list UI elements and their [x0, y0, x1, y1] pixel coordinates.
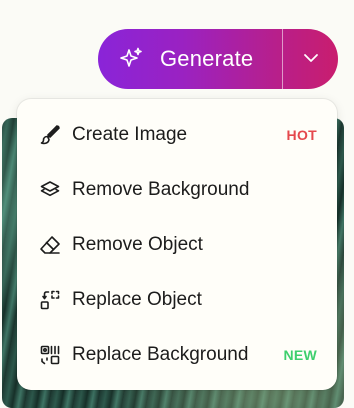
menu-item-label: Remove Object	[72, 233, 203, 255]
menu-item-label: Remove Background	[72, 178, 250, 200]
hot-badge: HOT	[286, 126, 317, 143]
generate-button[interactable]: Generate	[98, 29, 282, 89]
replace-object-icon	[38, 288, 62, 312]
menu-item-label: Replace Background	[72, 343, 249, 365]
menu-item-replace-background[interactable]: Replace Background NEW	[17, 327, 337, 382]
menu-item-create-image[interactable]: Create Image HOT	[17, 107, 337, 162]
brush-icon	[38, 123, 62, 147]
replace-background-icon	[38, 343, 62, 367]
layers-icon	[38, 178, 62, 202]
generate-label: Generate	[160, 46, 254, 71]
menu-item-replace-object[interactable]: Replace Object	[17, 272, 337, 327]
menu-item-label: Replace Object	[72, 288, 202, 310]
generate-split-button: Generate	[98, 29, 338, 89]
new-badge: NEW	[283, 346, 317, 363]
menu-item-label: Create Image	[72, 123, 188, 145]
generate-dropdown-toggle[interactable]	[283, 29, 338, 89]
menu-item-remove-object[interactable]: Remove Object	[17, 217, 337, 272]
chevron-down-icon	[303, 50, 319, 68]
eraser-icon	[38, 233, 62, 257]
generate-dropdown-menu: Create Image HOT Remove Background Remov…	[17, 99, 337, 390]
menu-item-remove-background[interactable]: Remove Background	[17, 162, 337, 217]
sparkles-icon	[118, 46, 144, 72]
